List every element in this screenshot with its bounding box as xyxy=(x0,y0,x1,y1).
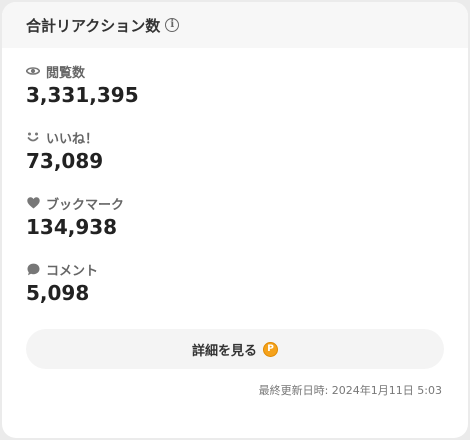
stat-value: 134,938 xyxy=(26,215,118,239)
view-details-button[interactable]: 詳細を見る P xyxy=(26,329,444,369)
stat-views: 閲覧数 3,331,395 xyxy=(26,60,444,126)
premium-badge-icon: P xyxy=(263,341,278,357)
stat-value: 5,098 xyxy=(26,281,90,305)
stat-label: ブックマーク xyxy=(46,197,125,213)
card-title: 合計リアクション数 xyxy=(26,16,161,35)
last-updated-timestamp: 最終更新日時: 2024年1月11日 5:03 xyxy=(258,384,442,397)
stat-bookmarks: ブックマーク 134,938 xyxy=(26,192,444,258)
stat-label: 閲覧数 xyxy=(46,65,86,81)
view-details-label: 詳細を見る xyxy=(191,343,257,359)
stat-label-row: いいね！ xyxy=(26,126,444,148)
stat-label-row: ブックマーク xyxy=(26,192,444,214)
stat-likes: いいね！ 73,089 xyxy=(26,126,444,192)
smile-icon xyxy=(26,130,40,144)
stat-label-row: コメント xyxy=(26,258,444,280)
stat-value: 3,331,395 xyxy=(26,83,139,107)
stat-label-row: 閲覧数 xyxy=(26,60,444,82)
stat-label: コメント xyxy=(46,263,99,279)
eye-icon xyxy=(26,64,40,78)
card-header: 合計リアクション数 i xyxy=(2,2,468,48)
stat-label: いいね！ xyxy=(46,131,99,147)
stat-value: 73,089 xyxy=(26,149,104,173)
heart-icon xyxy=(26,196,40,210)
stat-comments: コメント 5,098 xyxy=(26,258,444,324)
info-icon[interactable]: i xyxy=(165,18,180,32)
comment-icon xyxy=(26,262,40,276)
stats-list: 閲覧数 3,331,395 いいね！ 73,089 ブックマーク 134,938… xyxy=(26,60,444,324)
total-reactions-card: 合計リアクション数 i 閲覧数 3,331,395 いいね！ 73,089 ブッ… xyxy=(2,2,468,438)
